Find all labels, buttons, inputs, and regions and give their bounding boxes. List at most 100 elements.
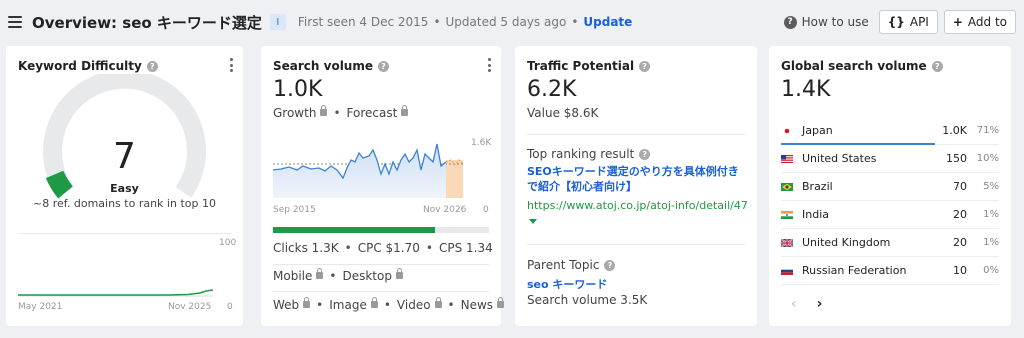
keyword-difficulty-card: Keyword Difficulty ? 7 Easy ~8 ref. doma… (6, 46, 243, 326)
expand-caret-icon[interactable] (529, 219, 537, 224)
gauge-divider (159, 116, 178, 135)
api-label: API (909, 15, 929, 29)
help-icon[interactable]: ? (639, 148, 651, 160)
kd-value: 7 (113, 136, 136, 177)
pagination: ‹ › (791, 296, 822, 312)
brazil-flag-icon (781, 182, 793, 191)
country-name: Japan (802, 124, 833, 137)
help-icon[interactable]: ? (604, 259, 616, 271)
country-percent: 1% (983, 237, 999, 248)
web-label: Web (273, 298, 300, 312)
country-row[interactable]: Russian Federation 10 0% (781, 257, 999, 285)
kd-title: Keyword Difficulty (18, 59, 142, 73)
country-volume: 20 (953, 236, 967, 249)
russia-flag-icon (781, 266, 793, 275)
update-link[interactable]: Update (583, 15, 632, 29)
india-flag-icon (781, 210, 793, 219)
lock-icon (401, 104, 409, 116)
lock-icon (395, 267, 403, 279)
info-badge[interactable]: I (269, 14, 286, 30)
country-row[interactable]: Brazil 70 5% (781, 173, 999, 201)
country-percent: 1% (983, 209, 999, 220)
help-icon[interactable]: ? (931, 60, 943, 72)
help-icon[interactable]: ? (146, 60, 158, 72)
country-percent: 5% (983, 181, 999, 192)
sv-history-chart (273, 143, 463, 198)
dot-separator: • (571, 15, 579, 29)
question-circle-icon: ? (783, 15, 797, 29)
country-name: United States (802, 152, 877, 165)
header-actions: ? How to use {} API + Add to (783, 10, 1016, 34)
kd-rating: Easy (110, 182, 139, 195)
top-result-url-link[interactable]: https://www.atoj.co.jp/atoj-info/detail/… (527, 199, 748, 212)
page-header: Overview: seo キーワード選定 I First seen 4 Dec… (0, 0, 1024, 44)
page-title: Overview: seo キーワード選定 (32, 13, 262, 32)
lock-icon (497, 296, 505, 308)
help-icon[interactable]: ? (378, 60, 389, 72)
card-title: Traffic Potential ? (527, 59, 651, 73)
lock-icon (370, 296, 378, 308)
gauge-divider (71, 116, 90, 135)
more-options-icon[interactable] (487, 58, 491, 72)
plus-icon: + (952, 15, 963, 29)
divider (273, 291, 489, 292)
dot-separator: • (447, 298, 455, 312)
api-button[interactable]: {} API (878, 10, 938, 34)
divider (273, 264, 489, 265)
add-to-label: Add to (967, 15, 1007, 29)
updated-text: Updated 5 days ago (445, 15, 567, 29)
sv-chart-x-end: Nov 2026 (423, 205, 467, 215)
card-title: Global search volume ? (781, 59, 943, 73)
hamburger-menu-icon[interactable] (8, 16, 22, 28)
forecast-label: Forecast (346, 106, 398, 120)
divider (527, 244, 745, 245)
more-options-icon[interactable] (229, 58, 233, 72)
growth-label: Growth (273, 106, 317, 120)
card-title: Search volume ? (273, 59, 389, 73)
country-percent: 71% (976, 125, 999, 136)
country-row[interactable]: United Kingdom 20 1% (781, 229, 999, 257)
parent-topic-volume: Search volume 3.5K (527, 293, 648, 307)
country-row[interactable]: India 20 1% (781, 201, 999, 229)
help-icon[interactable]: ? (639, 60, 651, 72)
kd-description: ~8 ref. domains to rank in top 10 (33, 197, 216, 210)
tp-value: 6.2K (527, 77, 577, 102)
kd-history-line (18, 289, 213, 296)
country-name: India (802, 208, 829, 221)
chevron-left-icon[interactable]: ‹ (791, 296, 797, 312)
top-result-label: Top ranking result (527, 147, 635, 161)
uk-flag-icon (781, 238, 793, 247)
sv-chart-y-max: 1.6K (471, 138, 492, 148)
add-to-button[interactable]: + Add to (943, 10, 1016, 34)
search-type-row: Web • Image • Video • News (273, 296, 505, 312)
cps-text: CPS 1.34 (438, 241, 493, 255)
top-result-title-link[interactable]: SEOキーワード選定のやり方を具体例付きで紹介【初心者向け】 (527, 164, 749, 194)
sv-growth-row: Growth • Forecast (273, 104, 409, 120)
sv-area-fill (273, 144, 446, 198)
traffic-potential-card: Traffic Potential ? 6.2K Value $8.6K Top… (515, 46, 757, 326)
tp-title: Traffic Potential (527, 59, 635, 73)
forecast-area (446, 160, 463, 198)
how-to-use-link[interactable]: ? How to use (783, 15, 869, 29)
dot-separator: • (316, 298, 324, 312)
japan-flag-icon (781, 126, 793, 135)
chevron-right-icon[interactable]: › (817, 296, 823, 312)
country-volume: 150 (946, 152, 967, 165)
clicks-progress-bar (273, 227, 489, 233)
kd-chart-x-start: May 2021 (18, 302, 63, 312)
dot-separator: • (344, 241, 352, 255)
sv-value: 1.0K (273, 77, 323, 102)
country-row[interactable]: United States 150 10% (781, 145, 999, 173)
lock-icon (320, 104, 328, 116)
usa-flag-icon (781, 154, 793, 163)
news-label: News (460, 298, 494, 312)
dot-separator: • (329, 269, 337, 283)
page-meta: First seen 4 Dec 2015 • Updated 5 days ago… (298, 15, 632, 29)
country-row[interactable]: Japan 1.0K 71% (781, 117, 999, 145)
sv-title: Search volume (273, 59, 373, 73)
parent-topic-link[interactable]: seo キーワード (527, 276, 607, 292)
parent-topic-label-row: Parent Topic ? (527, 258, 616, 272)
dot-separator: • (433, 15, 441, 29)
desktop-label: Desktop (342, 269, 392, 283)
sv-chart-x-start: Sep 2015 (273, 205, 316, 215)
